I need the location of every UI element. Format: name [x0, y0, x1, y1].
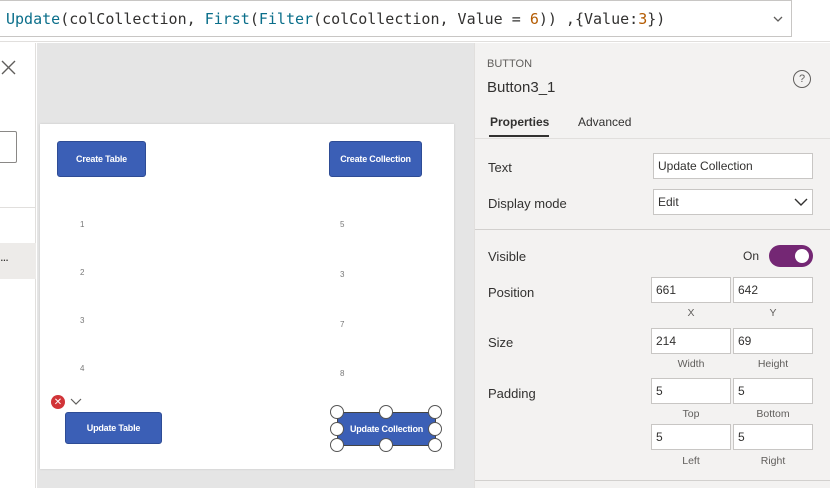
- create-collection-button[interactable]: Create Collection: [329, 141, 422, 177]
- gallery-item: 5: [340, 220, 345, 229]
- formula-token: (colCollection, Value =: [313, 10, 530, 28]
- divider: [0, 207, 36, 208]
- resize-handle[interactable]: [330, 438, 344, 452]
- position-label: Position: [488, 285, 535, 300]
- resize-handle[interactable]: [428, 438, 442, 452]
- size-label: Size: [488, 335, 514, 350]
- app-screen[interactable]: Create Table Create Collection 1 2 3 4 5…: [40, 124, 454, 469]
- gallery-item: 3: [80, 316, 85, 325]
- formula-token: (colCollection,: [60, 10, 205, 28]
- height-input[interactable]: 69: [733, 328, 813, 354]
- gallery-item: 1: [80, 220, 85, 229]
- chevron-down-icon: [794, 198, 808, 206]
- active-tab-indicator: [489, 135, 549, 137]
- right-label: Right: [760, 455, 786, 467]
- tree-search-input[interactable]: [0, 131, 17, 163]
- formula-token: }): [647, 10, 666, 28]
- top-label: Top: [682, 408, 700, 420]
- tab-advanced[interactable]: Advanced: [578, 115, 631, 129]
- tab-properties[interactable]: Properties: [490, 115, 549, 129]
- visible-toggle[interactable]: [769, 245, 813, 267]
- control-type: BUTTON: [487, 58, 533, 70]
- height-label: Height: [757, 358, 789, 370]
- width-input[interactable]: 214: [651, 328, 731, 354]
- position-x-input[interactable]: 661: [651, 277, 731, 303]
- gallery-item: 8: [340, 369, 345, 378]
- resize-handle[interactable]: [379, 438, 393, 452]
- toggle-knob: [795, 249, 809, 263]
- formula-token: Update: [6, 10, 61, 28]
- formula-bar: Update(colCollection, First(Filter(colCo…: [0, 0, 830, 42]
- chevron-down-icon[interactable]: [772, 13, 784, 25]
- formula-token: 3: [638, 10, 648, 28]
- gallery-item: 3: [340, 270, 345, 279]
- gallery-item: 4: [80, 364, 85, 373]
- formula-input[interactable]: Update(colCollection, First(Filter(colCo…: [0, 0, 792, 37]
- padding-left-input[interactable]: 5: [651, 424, 731, 450]
- resize-handle[interactable]: [330, 405, 344, 419]
- update-table-button[interactable]: Update Table: [65, 412, 162, 444]
- x-label: X: [687, 307, 695, 319]
- gallery-item: 7: [340, 320, 345, 329]
- formula-token: 6: [529, 10, 539, 28]
- visible-label: Visible: [488, 249, 527, 264]
- more-options-icon[interactable]: ...: [0, 249, 9, 264]
- padding-bottom-input[interactable]: 5: [733, 378, 813, 404]
- padding-top-input[interactable]: 5: [651, 378, 731, 404]
- divider: [475, 480, 830, 481]
- padding-label: Padding: [488, 386, 536, 401]
- tree-item-selected[interactable]: ...: [0, 243, 36, 279]
- properties-panel: BUTTON Button3_1 ? Properties Advanced T…: [474, 43, 830, 488]
- canvas-area: Create Table Create Collection 1 2 3 4 5…: [37, 43, 474, 488]
- power-apps-studio: Update(colCollection, First(Filter(colCo…: [0, 0, 830, 488]
- tree-view-panel: ...: [0, 43, 36, 488]
- divider: [475, 138, 830, 139]
- close-icon[interactable]: [0, 59, 18, 77]
- display-mode-select[interactable]: Edit: [653, 189, 813, 215]
- create-table-button[interactable]: Create Table: [57, 141, 146, 177]
- y-label: Y: [769, 307, 777, 319]
- padding-right-input[interactable]: 5: [733, 424, 813, 450]
- width-label: Width: [677, 358, 705, 370]
- divider: [475, 229, 830, 230]
- bottom-label: Bottom: [756, 408, 790, 420]
- left-label: Left: [682, 455, 700, 467]
- resize-handle[interactable]: [379, 405, 393, 419]
- display-mode-label: Display mode: [488, 196, 567, 211]
- text-input[interactable]: Update Collection: [653, 153, 813, 179]
- resize-handle[interactable]: [428, 422, 442, 436]
- error-icon[interactable]: ✕: [51, 395, 65, 409]
- formula-token: )) ,{Value:: [538, 10, 639, 28]
- chevron-down-icon[interactable]: [70, 398, 82, 406]
- display-mode-value: Edit: [658, 195, 679, 209]
- visible-state: On: [743, 249, 760, 263]
- resize-handle[interactable]: [428, 405, 442, 419]
- formula-token: Filter: [258, 10, 314, 28]
- text-label: Text: [488, 160, 512, 175]
- help-icon[interactable]: ?: [793, 70, 811, 88]
- gallery-item: 2: [80, 268, 85, 277]
- resize-handle[interactable]: [330, 422, 344, 436]
- control-name[interactable]: Button3_1: [487, 79, 555, 96]
- formula-token: (: [249, 10, 259, 28]
- formula-text[interactable]: Update(colCollection, First(Filter(colCo…: [6, 10, 665, 28]
- formula-token: First: [204, 10, 250, 28]
- position-y-input[interactable]: 642: [733, 277, 813, 303]
